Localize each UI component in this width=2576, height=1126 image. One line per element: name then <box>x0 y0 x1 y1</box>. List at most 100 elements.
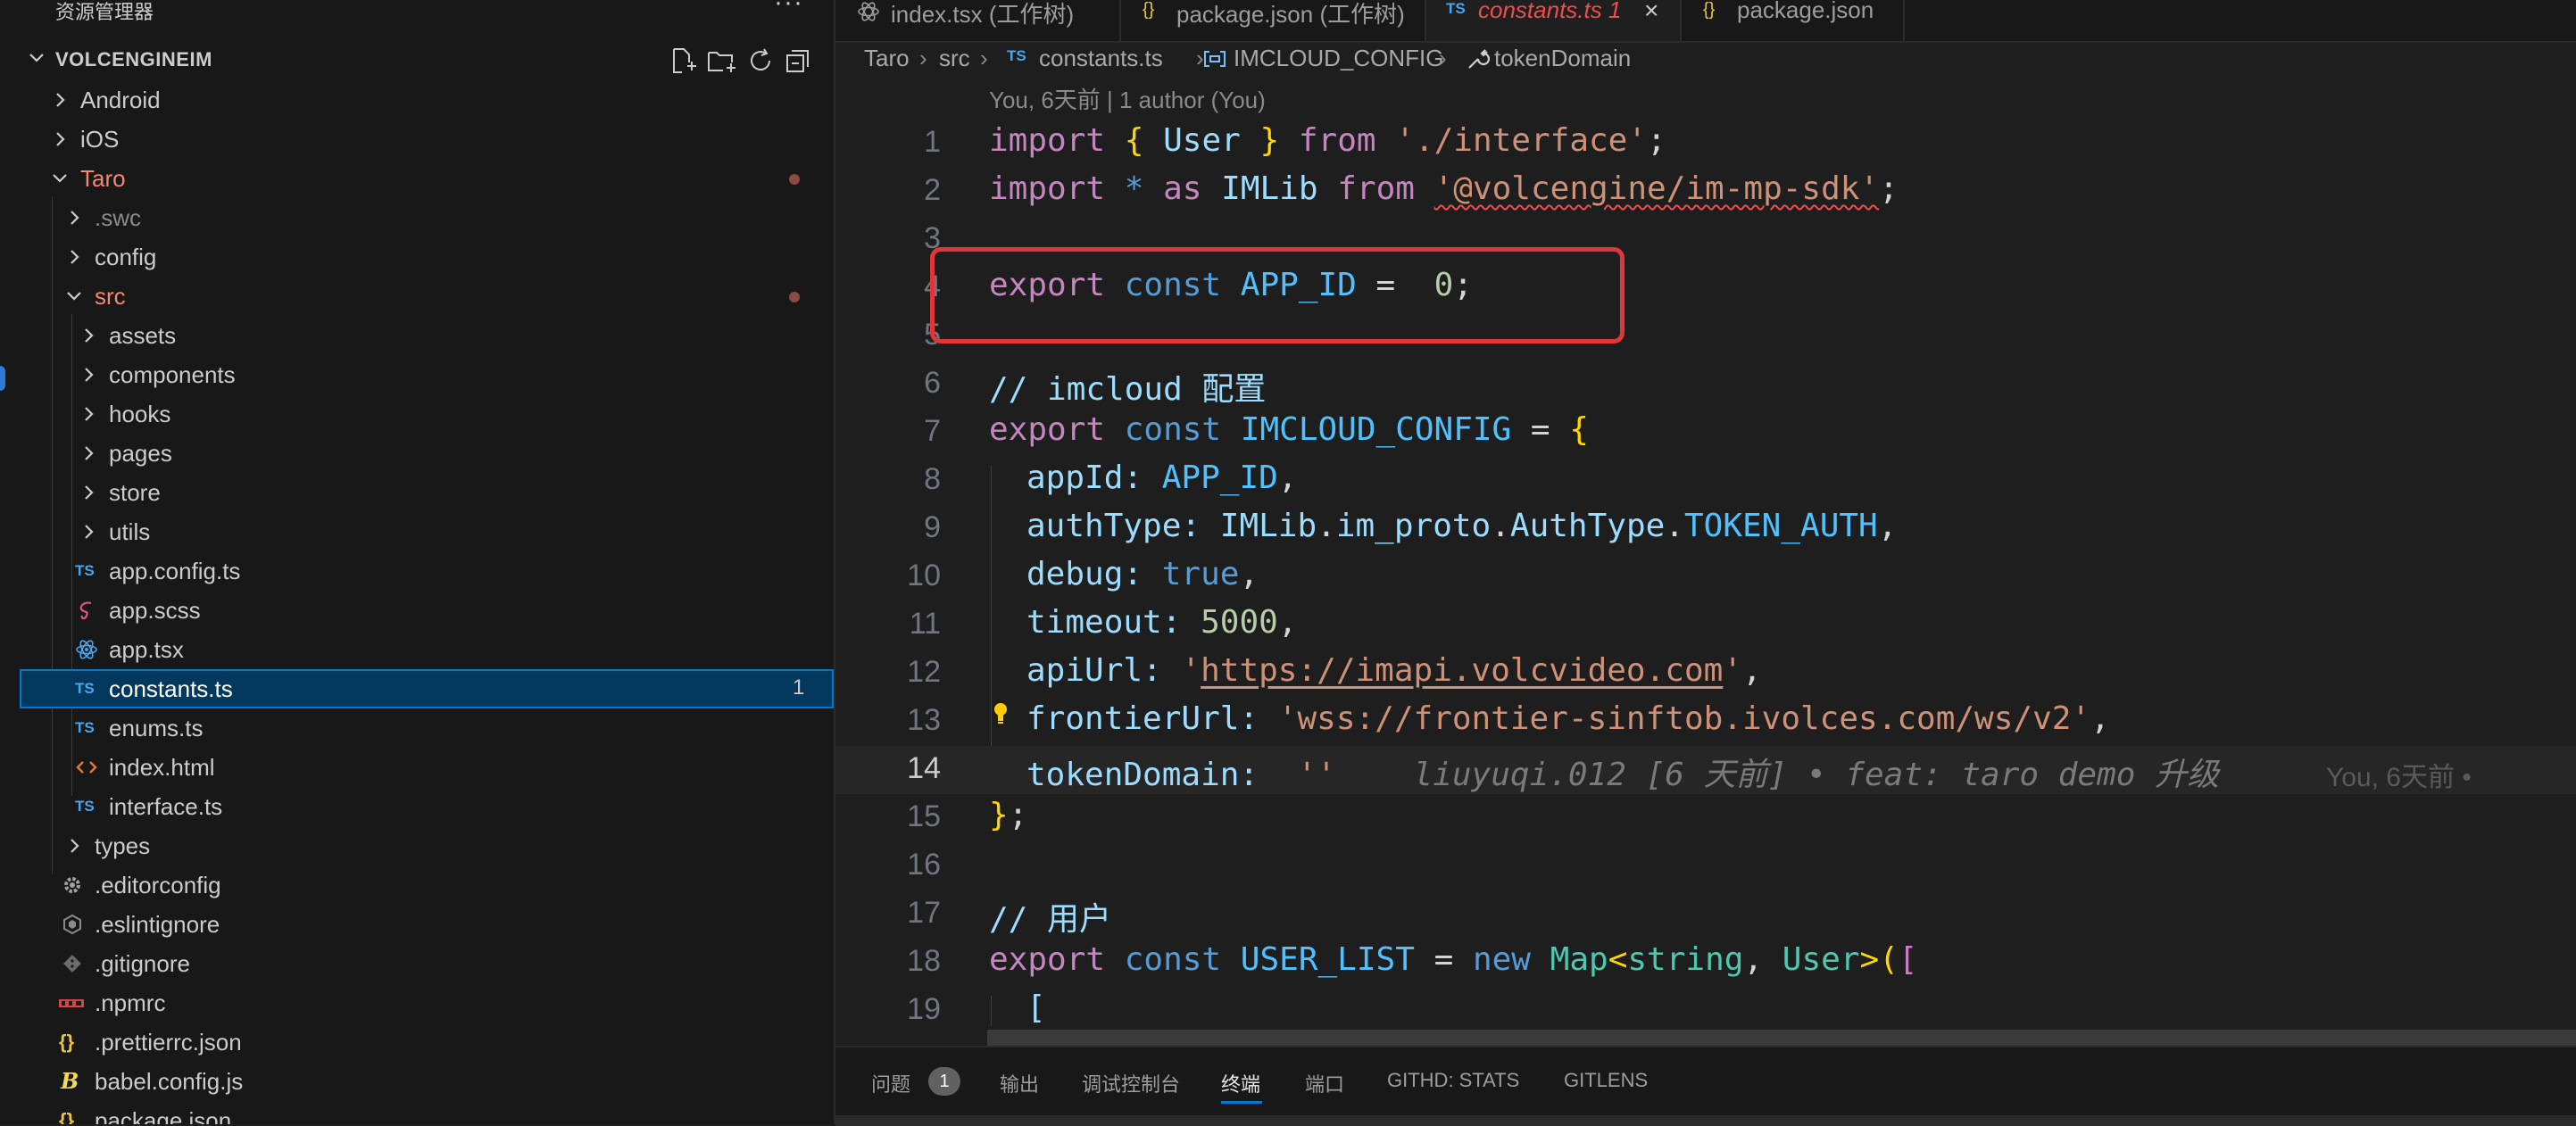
tab-output[interactable]: 输出 <box>1000 1069 1039 1097</box>
code-line: 11 timeout: 5000, <box>835 601 2576 650</box>
tree-item-label: store <box>109 479 161 506</box>
tree-item-taro[interactable]: Taro <box>0 159 834 198</box>
tab-gitlens[interactable]: GITLENS <box>1564 1069 1648 1092</box>
tree-item-store[interactable]: store <box>0 473 834 512</box>
variable-icon <box>1204 51 1226 67</box>
code-line: 1 import { User } from './interface'; <box>835 120 2576 168</box>
tab-debug-console[interactable]: 调试控制台 <box>1082 1069 1180 1097</box>
wrench-icon <box>1468 49 1491 69</box>
tree-item-swc[interactable]: .swc <box>0 198 834 237</box>
tab-terminal[interactable]: 终端 <box>1221 1069 1260 1097</box>
explorer-header: 资源管理器 ··· <box>0 0 834 23</box>
problem-count: 1 <box>793 675 805 700</box>
code-line: 8 appId: APP_ID, <box>835 457 2576 505</box>
tree-item-label: app.scss <box>109 597 201 624</box>
tree-item-interface-ts[interactable]: TS interface.ts <box>0 787 834 826</box>
new-folder-icon[interactable] <box>705 45 737 77</box>
tree-item-utils[interactable]: utils <box>0 512 834 551</box>
refresh-icon[interactable] <box>744 45 777 77</box>
codelens-author[interactable]: You, 6天前 | 1 author (You) <box>989 82 1266 115</box>
close-icon[interactable]: × <box>1644 0 1658 25</box>
tree-item-index-html[interactable]: index.html <box>0 748 834 787</box>
tree-item-npmrc[interactable]: .npmrc <box>0 983 834 1023</box>
tree-item-package-json[interactable]: {} package.json <box>0 1101 834 1124</box>
tree-item-src[interactable]: src <box>0 277 834 316</box>
tree-item-constants-ts[interactable]: TS constants.ts 1 <box>20 669 834 708</box>
tree-item-babel-config[interactable]: B babel.config.js <box>0 1062 834 1101</box>
code-line: 15 }; <box>835 794 2576 842</box>
chevron-right-icon <box>71 211 79 225</box>
tree-item-label: .editorconfig <box>95 872 221 898</box>
code-text: apiUrl: 'https://imapi.volcvideo.com', <box>1026 652 1762 689</box>
code-line-current: 14 tokenDomain: '' liuyuqi.012 [6 天前] • … <box>835 746 2576 794</box>
tab-label: index.tsx (工作树) <box>891 1 1075 28</box>
tab-githd-stats[interactable]: GITHD: STATS <box>1387 1069 1519 1092</box>
code-line: 10 debug: true, <box>835 553 2576 601</box>
tree-item-label: .npmrc <box>95 989 166 1016</box>
chevron-right-icon <box>85 328 94 343</box>
new-file-icon[interactable] <box>666 45 698 77</box>
json-braces-icon: {} <box>1143 0 1155 20</box>
line-number: 10 <box>907 559 941 592</box>
tree-item-pages[interactable]: pages <box>0 434 834 473</box>
project-name: VOLCENGINEIM <box>55 48 212 70</box>
tree-item-ios[interactable]: iOS <box>0 120 834 159</box>
breadcrumb-item[interactable]: Taro <box>864 45 910 72</box>
tree-item-assets[interactable]: assets <box>0 316 834 355</box>
tab-label: constants.ts 1 <box>1478 0 1622 23</box>
breadcrumb-item[interactable]: IMCLOUD_CONFIG <box>1234 45 1443 72</box>
horizontal-scrollbar[interactable] <box>987 1030 2576 1046</box>
tab-package-json-worktree[interactable]: {} package.json (工作树) <box>1121 0 1426 41</box>
line-number: 7 <box>924 414 941 448</box>
tab-problems[interactable]: 问题 <box>871 1069 910 1097</box>
tree-item-android[interactable]: Android <box>0 80 834 120</box>
typescript-file-icon: TS <box>75 798 95 815</box>
tab-index-tsx[interactable]: index.tsx (工作树) <box>835 0 1121 41</box>
tree-item-gitignore[interactable]: .gitignore <box>0 944 834 983</box>
more-actions-icon[interactable]: ··· <box>774 0 803 18</box>
project-header[interactable]: VOLCENGINEIM <box>0 43 834 79</box>
tree-item-config[interactable]: config <box>0 237 834 277</box>
typescript-file-icon: TS <box>75 719 95 736</box>
tree-item-eslintignore[interactable]: .eslintignore <box>0 905 834 944</box>
tree-item-label: .eslintignore <box>95 911 220 938</box>
line-number: 12 <box>907 655 941 689</box>
json-braces-icon: {} <box>1703 0 1716 20</box>
breadcrumb-item[interactable]: src <box>939 45 970 72</box>
tree-item-label: constants.ts <box>109 675 233 702</box>
code-line: 7 export const IMCLOUD_CONFIG = { <box>835 409 2576 457</box>
tree-item-label: iOS <box>80 126 120 153</box>
breadcrumb-item[interactable]: constants.ts <box>1039 45 1163 72</box>
chevron-right-icon <box>56 93 65 107</box>
json-braces-icon: {} <box>59 1109 75 1124</box>
url-link: https://imapi.volcvideo.com <box>1201 652 1724 689</box>
tree-item-hooks[interactable]: hooks <box>0 394 834 434</box>
line-number: 17 <box>907 896 941 930</box>
git-icon <box>63 955 81 973</box>
chevron-right-icon <box>71 839 79 853</box>
code-text: }; <box>989 797 1028 833</box>
tree-item-editorconfig[interactable]: .editorconfig <box>0 865 834 905</box>
tree-item-label: .prettierrc.json <box>95 1029 242 1056</box>
lightbulb-icon[interactable] <box>993 701 1009 726</box>
sass-file-icon <box>79 601 92 620</box>
collapse-all-icon[interactable] <box>782 45 814 77</box>
code-line: 9 authType: IMLib.im_proto.AuthType.TOKE… <box>835 505 2576 553</box>
line-number: 8 <box>924 462 941 496</box>
tree-item-components[interactable]: components <box>0 355 834 394</box>
tab-ports[interactable]: 端口 <box>1305 1069 1344 1097</box>
chevron-right-icon: › <box>980 45 988 71</box>
tab-constants-ts[interactable]: TS constants.ts 1 × <box>1426 0 1682 41</box>
tree-item-app-tsx[interactable]: app.tsx <box>0 630 834 669</box>
code-editor[interactable]: You, 6天前 | 1 author (You) 1 import { Use… <box>835 80 2576 1026</box>
tree-item-enums-ts[interactable]: TS enums.ts <box>0 708 834 748</box>
tab-package-json[interactable]: {} package.json <box>1682 0 1905 41</box>
line-number: 2 <box>924 173 941 207</box>
gear-icon <box>64 877 80 893</box>
tree-item-prettierrc[interactable]: {} .prettierrc.json <box>0 1023 834 1062</box>
tree-item-app-config-ts[interactable]: TS app.config.ts <box>0 551 834 591</box>
tree-item-app-scss[interactable]: app.scss <box>0 591 834 630</box>
breadcrumb-item[interactable]: tokenDomain <box>1494 45 1631 72</box>
tree-item-types[interactable]: types <box>0 826 834 865</box>
chevron-down-icon <box>67 292 81 301</box>
